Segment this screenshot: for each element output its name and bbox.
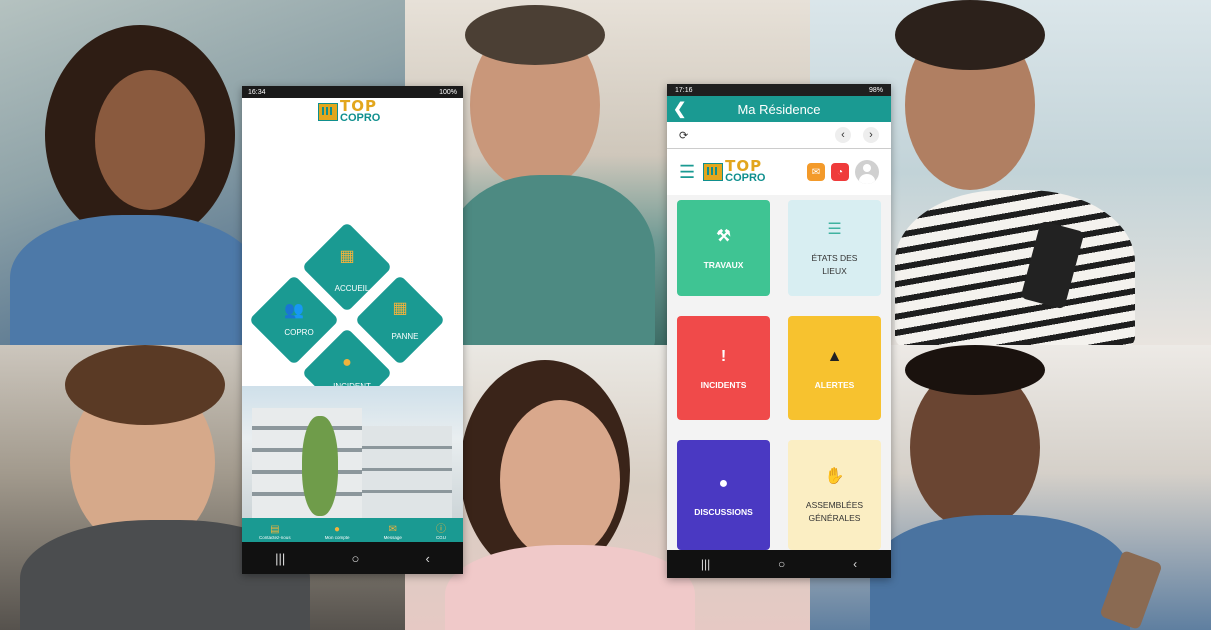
warning-icon: ▲ <box>826 347 843 365</box>
home-button[interactable]: ○ <box>778 557 785 571</box>
tab-message[interactable]: ✉ Message <box>384 525 402 542</box>
tab-cgu-label: CGU <box>435 535 446 540</box>
building-logo-icon <box>318 102 338 121</box>
back-button[interactable]: ‹ <box>853 557 857 571</box>
menu-panne-label: PANNE <box>391 332 419 341</box>
globe-icon: ● <box>342 354 352 371</box>
recent-apps-button[interactable]: ||| <box>701 557 710 571</box>
card-incidents[interactable]: ! INCIDENTS <box>677 316 770 420</box>
recent-apps-button[interactable]: ||| <box>275 551 285 566</box>
exclamation-icon: ! <box>720 347 727 365</box>
status-battery: 98% <box>868 86 883 94</box>
tab-contact-label: Contactez-nous <box>259 535 291 540</box>
logo-copro-text: COPRO <box>340 111 381 124</box>
tab-account-label: Mon compte <box>324 535 350 540</box>
card-discussions[interactable]: ● DISCUSSIONS <box>677 440 770 550</box>
next-page-icon[interactable]: › <box>863 127 879 143</box>
checklist-icon: ☰ <box>827 221 842 239</box>
building-photo <box>242 386 463 518</box>
hammer-icon: ⚒ <box>716 227 731 245</box>
tab-contact[interactable]: ▤ Contactez-nous <box>259 525 291 542</box>
title-bar: ❮ Ma Résidence <box>667 96 891 122</box>
user-icon: ● <box>334 524 341 535</box>
prev-page-icon[interactable]: ‹ <box>835 127 851 143</box>
chat-icon: ● <box>718 474 729 492</box>
status-time: 17:16 <box>675 86 693 94</box>
menu-copro-label: COPRO <box>284 328 314 337</box>
handshake-icon: ✋ <box>824 468 845 486</box>
card-travaux-label: TRAVAUX <box>703 259 744 270</box>
back-chevron-icon[interactable]: ❮ <box>673 99 686 119</box>
home-button[interactable]: ○ <box>351 551 359 566</box>
phone-home-screen: 16:34 100% TOP COPRO ▦ ACCUEIL 👥 COPRO ▦… <box>242 86 463 574</box>
topcopro-logo: TOP COPRO <box>703 159 766 184</box>
card-etats-label: ÉTATS DES LIEUX <box>811 253 858 276</box>
document-icon: ▤ <box>270 524 280 535</box>
status-time: 16:34 <box>248 88 266 96</box>
bell-icon[interactable]: ◔ <box>831 163 849 181</box>
card-travaux[interactable]: ⚒ TRAVAUX <box>677 200 770 296</box>
system-nav-bar: ||| ○ ‹ <box>667 550 891 578</box>
phone-residence-screen: 17:16 98% ❮ Ma Résidence ⟳ ‹ › ☰ TOP COP… <box>667 84 891 578</box>
back-button[interactable]: ‹ <box>426 551 430 566</box>
bottom-tab-bar: ▤ Contactez-nous ● Mon compte ✉ Message … <box>242 518 463 542</box>
card-incidents-label: INCIDENTS <box>700 379 747 390</box>
tools-icon: ▦ <box>392 300 408 317</box>
building-logo-icon <box>703 162 724 181</box>
mail-icon[interactable]: ✉ <box>807 163 825 181</box>
page-title: Ma Résidence <box>737 101 821 117</box>
card-assemblees-label: ASSEMBLÉES GÉNÉRALES <box>805 500 864 523</box>
refresh-icon[interactable]: ⟳ <box>679 129 688 142</box>
tab-cgu[interactable]: ⓘ CGU <box>436 525 446 542</box>
browser-toolbar: ⟳ ‹ › <box>667 122 891 149</box>
card-alertes[interactable]: ▲ ALERTES <box>788 316 881 420</box>
group-icon: 👥 <box>284 302 304 319</box>
card-alertes-label: ALERTES <box>814 379 855 390</box>
card-etats-des-lieux[interactable]: ☰ ÉTATS DES LIEUX <box>788 200 881 296</box>
card-discussions-label: DISCUSSIONS <box>694 506 753 517</box>
status-battery: 100% <box>439 88 457 96</box>
info-icon: ⓘ <box>435 524 446 535</box>
logo-copro-text: COPRO <box>725 171 766 184</box>
system-nav-bar: ||| ○ ‹ <box>242 542 463 574</box>
card-assemblees[interactable]: ✋ ASSEMBLÉES GÉNÉRALES <box>788 440 881 550</box>
tab-account[interactable]: ● Mon compte <box>325 525 350 542</box>
topcopro-logo: TOP COPRO <box>318 99 381 124</box>
hamburger-menu-icon[interactable]: ☰ <box>679 162 695 183</box>
status-bar: 17:16 98% <box>667 84 891 96</box>
avatar[interactable] <box>855 160 879 184</box>
tab-message-label: Message <box>383 535 402 540</box>
building-icon: ▦ <box>339 248 355 265</box>
envelope-icon: ✉ <box>388 524 397 535</box>
app-header: ☰ TOP COPRO ✉ ◔ <box>667 149 891 195</box>
